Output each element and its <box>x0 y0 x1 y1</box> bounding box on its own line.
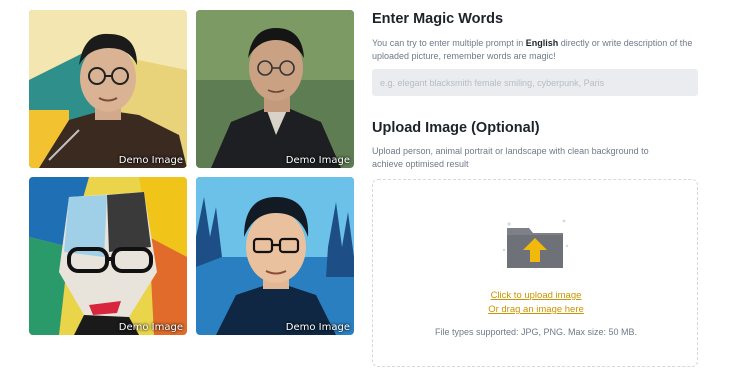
folder-upload-icon <box>502 219 569 268</box>
demo-image-caption: Demo Image <box>285 322 350 333</box>
demo-image-4-art <box>196 177 354 335</box>
magic-desc-bold: English <box>525 38 559 48</box>
file-types-note: File types supported: JPG, PNG. Max size… <box>434 327 638 337</box>
prompt-input[interactable] <box>372 69 698 96</box>
demo-image-caption: Demo Image <box>118 155 183 166</box>
demo-image-2-art <box>196 10 354 168</box>
demo-image-3-art <box>29 177 187 335</box>
demo-image-3[interactable]: Demo Image <box>29 177 187 335</box>
demo-image-4[interactable]: Demo Image <box>196 177 354 335</box>
demo-gallery: Demo Image Demo Image Demo Image Demo Im… <box>0 0 360 375</box>
demo-image-2[interactable]: Demo Image <box>196 10 354 168</box>
magic-words-description: You can try to enter multiple prompt in … <box>372 37 702 63</box>
drag-image-link[interactable]: Or drag an image here <box>373 304 699 315</box>
click-to-upload-link[interactable]: Click to upload image <box>373 290 699 301</box>
upload-image-title: Upload Image (Optional) <box>372 120 540 136</box>
demo-image-caption: Demo Image <box>118 322 183 333</box>
magic-words-title: Enter Magic Words <box>372 11 504 27</box>
demo-image-1[interactable]: Demo Image <box>29 10 187 168</box>
demo-image-caption: Demo Image <box>285 155 350 166</box>
magic-desc-text: You can try to enter multiple prompt in <box>372 38 526 48</box>
demo-image-1-art <box>29 10 187 168</box>
upload-image-description: Upload person, animal portrait or landsc… <box>372 146 649 169</box>
upload-dropzone[interactable]: Click to upload image Or drag an image h… <box>372 179 698 367</box>
